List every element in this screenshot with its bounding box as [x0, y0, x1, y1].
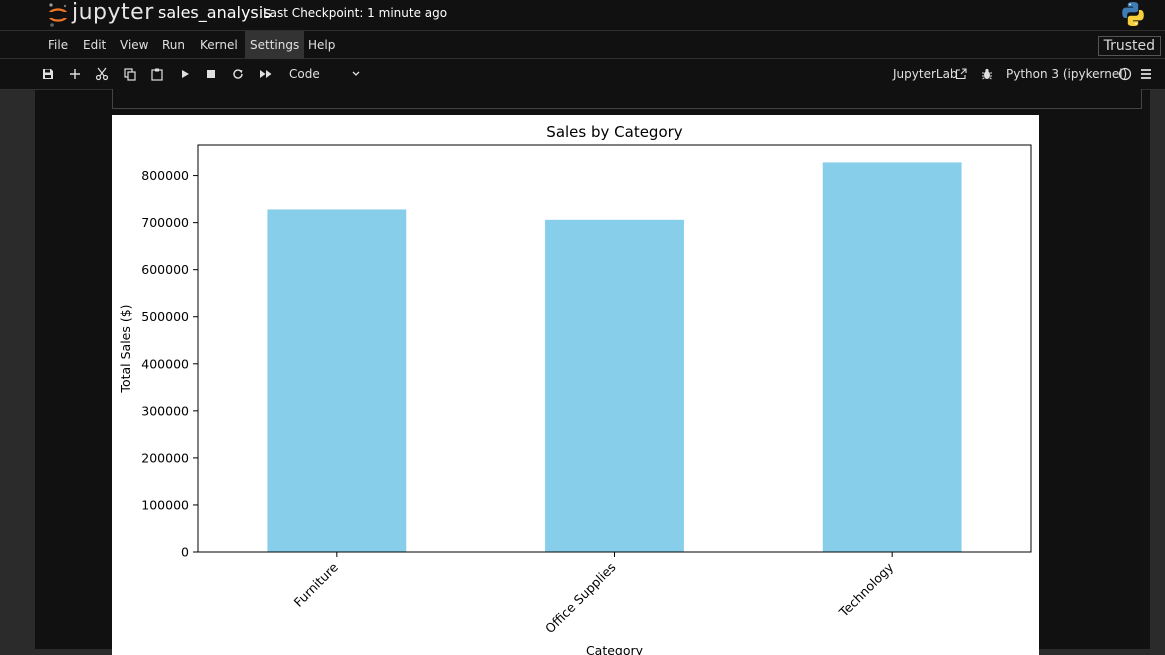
bar-2 — [822, 162, 962, 552]
jupyter-logo-text: jupyter — [72, 0, 154, 25]
trusted-indicator[interactable]: Trusted — [1097, 36, 1161, 56]
y-tick-label-5: 500000 — [141, 309, 189, 324]
y-tick-label-8: 800000 — [141, 168, 189, 183]
x-tick-label-1: Office Supplies — [542, 560, 619, 637]
kernel-name[interactable]: Python 3 (ipykernel) — [1006, 66, 1127, 82]
restart-run-all-icon[interactable] — [257, 65, 275, 83]
jupyter-logo-icon — [47, 3, 69, 27]
paste-icon[interactable] — [148, 65, 166, 83]
menu-edit[interactable]: Edit — [78, 31, 111, 59]
cell-type-select[interactable]: Code — [289, 66, 365, 82]
cell-output-chart: Sales by Category 0 100000 200000 300000 4000… — [112, 115, 1039, 655]
y-tick-label-6: 600000 — [141, 262, 189, 277]
jupyterlab-label: JupyterLab — [893, 67, 958, 81]
notebook-toolbar: Code JupyterLab Python 3 (ipykernel) — [0, 59, 1165, 90]
debugger-bug-icon[interactable] — [978, 65, 996, 83]
menu-bar: File Edit View Run Kernel Settings Help … — [0, 30, 1165, 59]
kernel-idle-status-icon — [1116, 65, 1134, 83]
bar-chart: Sales by Category 0 100000 200000 300000 4000… — [118, 123, 1032, 655]
notebook-title[interactable]: sales_analysis — [158, 3, 272, 22]
chart-title: Sales by Category — [546, 123, 683, 141]
bar-1 — [545, 219, 684, 552]
y-tick-label-4: 400000 — [141, 356, 189, 371]
y-tick-label-0: 0 — [181, 545, 189, 560]
jupyter-logo[interactable]: jupyter — [47, 0, 154, 30]
menu-hamburger-icon[interactable] — [1137, 65, 1155, 83]
y-tick-label-1: 100000 — [141, 497, 189, 512]
copy-icon[interactable] — [121, 65, 139, 83]
x-tick-label-2: Technology — [835, 559, 896, 620]
notebook-panel: Sales by Category 0 100000 200000 300000 4000… — [0, 89, 1165, 655]
external-link-icon[interactable] — [952, 65, 970, 83]
stop-icon[interactable] — [202, 65, 220, 83]
y-axis-label: Total Sales ($) — [118, 304, 133, 393]
y-tick-label-2: 200000 — [141, 450, 189, 465]
menu-settings[interactable]: Settings — [245, 31, 305, 59]
menu-run[interactable]: Run — [157, 31, 190, 59]
bar-0 — [267, 209, 407, 552]
y-tick-label-7: 700000 — [141, 215, 189, 230]
menu-kernel[interactable]: Kernel — [195, 31, 243, 59]
previous-code-cell[interactable] — [112, 89, 1142, 109]
menu-help[interactable]: Help — [303, 31, 340, 59]
python-icon — [1121, 1, 1145, 31]
checkpoint-status: Last Checkpoint: 1 minute ago — [263, 6, 448, 20]
save-icon[interactable] — [39, 65, 57, 83]
restart-icon[interactable] — [229, 65, 247, 83]
menu-view[interactable]: View — [115, 31, 153, 59]
cell-type-value: Code — [289, 67, 320, 81]
run-icon[interactable] — [176, 65, 194, 83]
notebook-content: Sales by Category 0 100000 200000 300000 4000… — [35, 89, 1150, 655]
y-tick-label-3: 300000 — [141, 403, 189, 418]
x-tick-label-0: Furniture — [291, 559, 342, 610]
x-axis-label: Category — [586, 643, 644, 655]
open-jupyterlab-link[interactable]: JupyterLab — [893, 66, 958, 82]
top-bar: jupyter sales_analysis Last Checkpoint: … — [0, 0, 1165, 30]
chevron-down-icon — [351, 66, 361, 86]
cut-icon[interactable] — [93, 65, 111, 83]
add-cell-icon[interactable] — [66, 65, 84, 83]
menu-file[interactable]: File — [43, 31, 73, 59]
